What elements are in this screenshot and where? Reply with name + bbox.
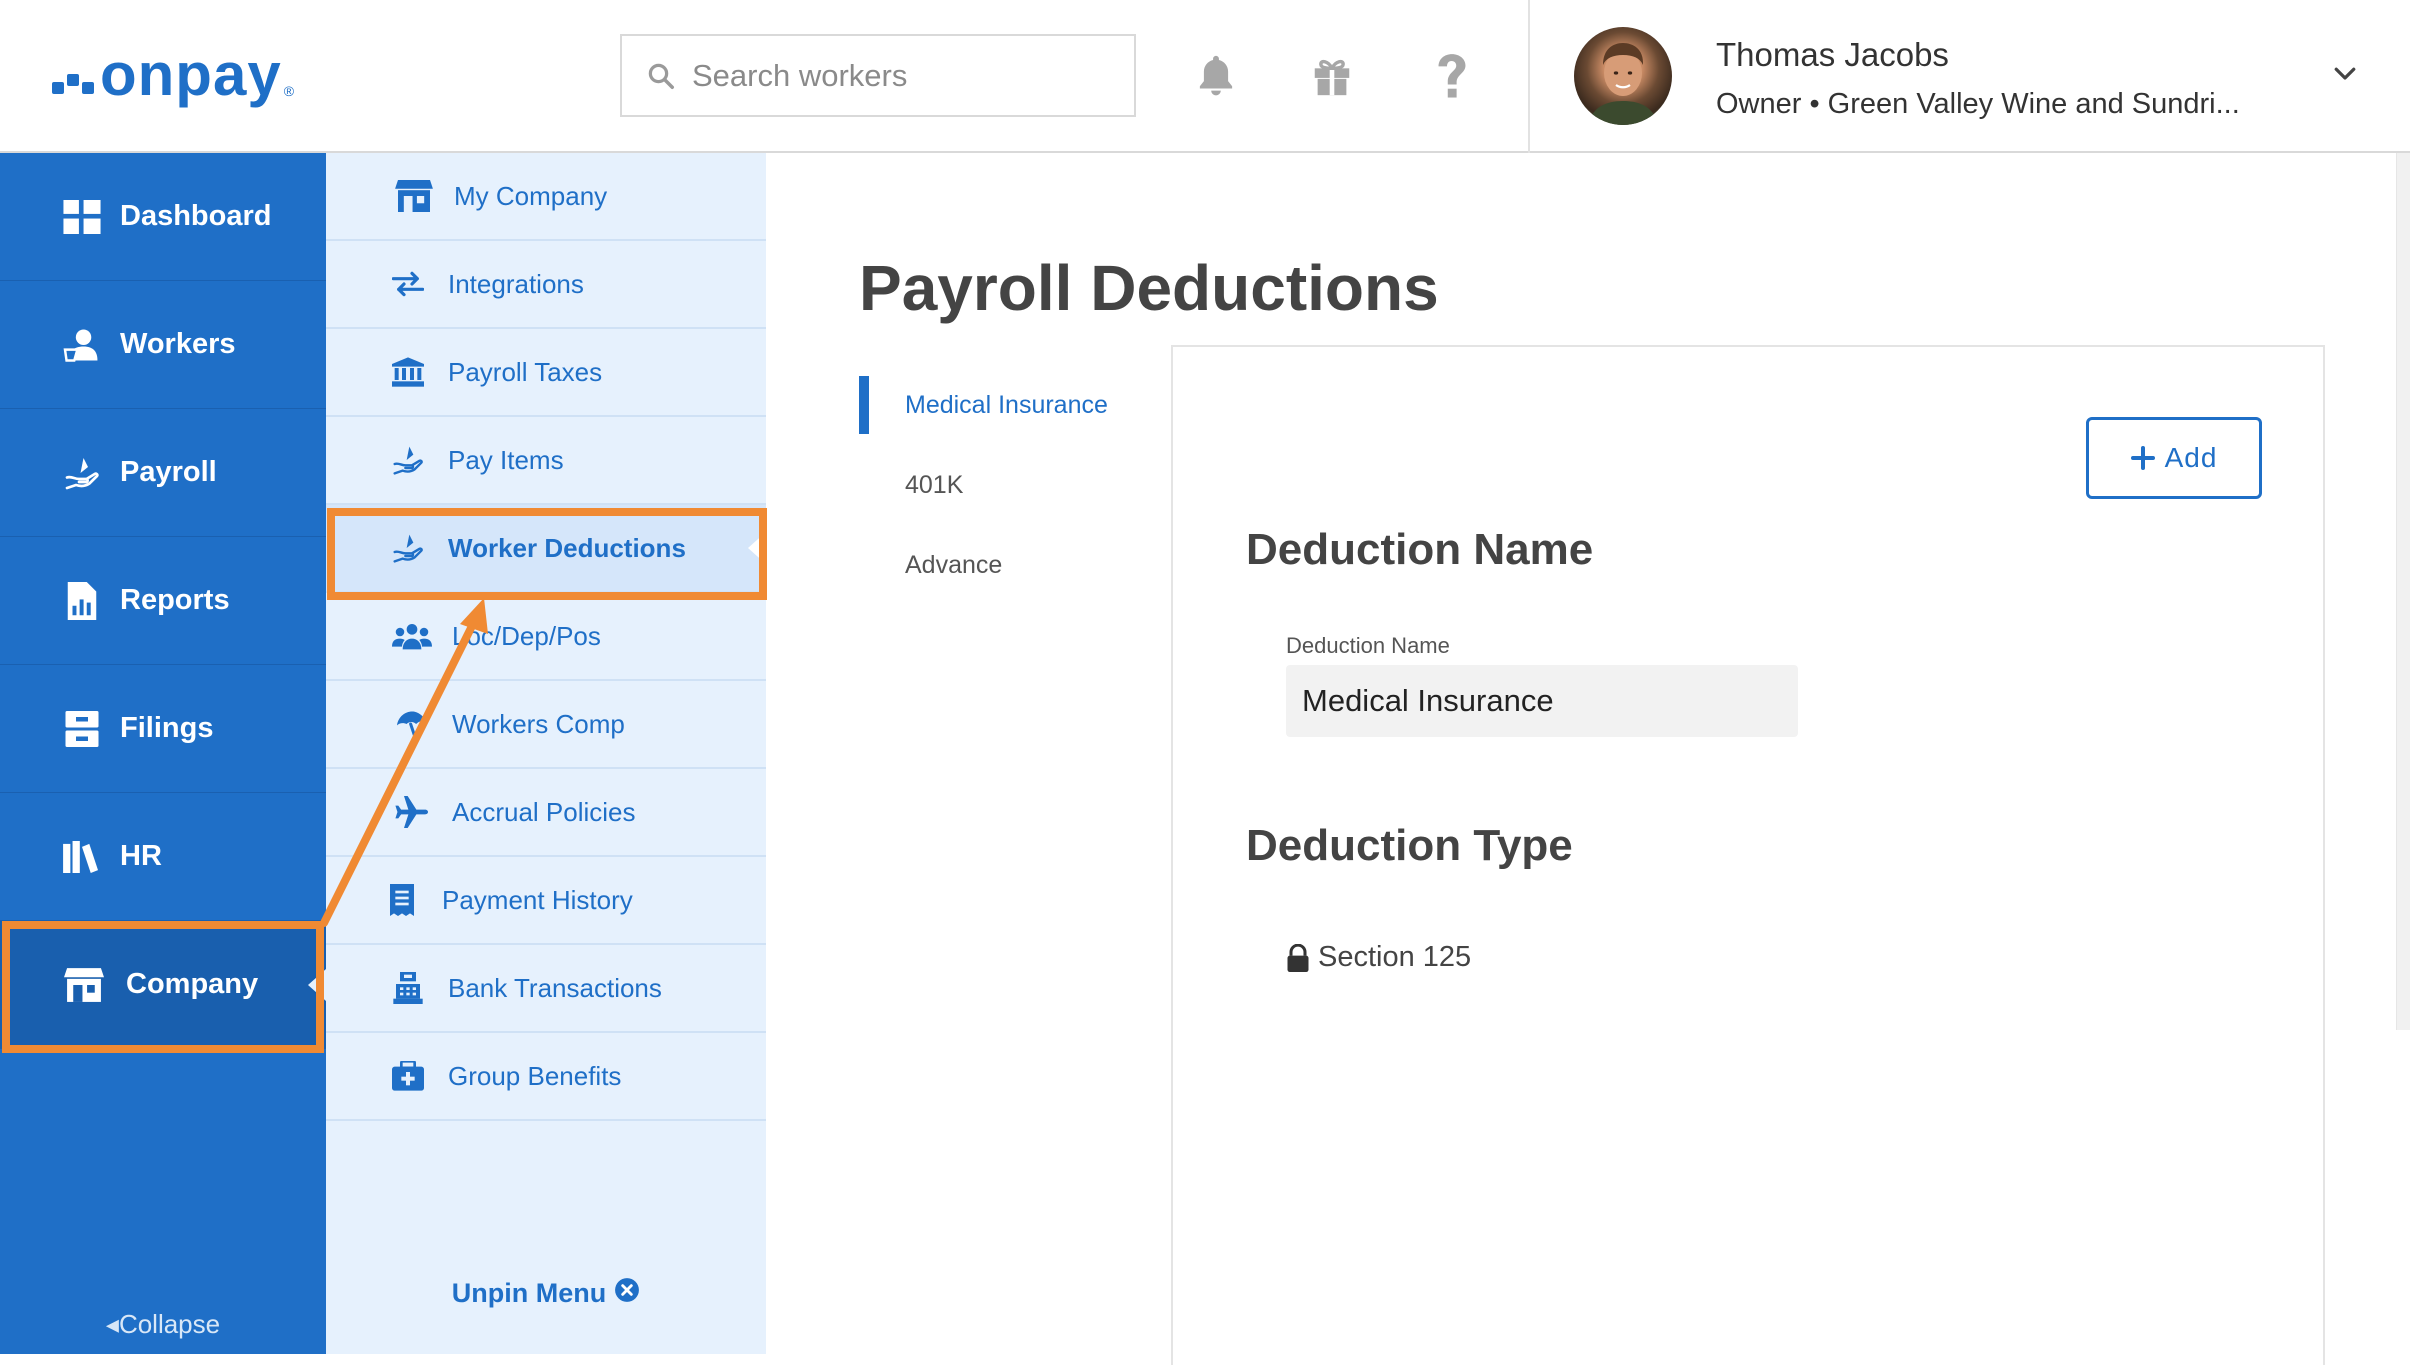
unpin-menu-button[interactable]: Unpin Menu — [326, 1277, 766, 1310]
active-indicator — [748, 532, 766, 564]
submenu-item-my-company[interactable]: My Company — [326, 153, 766, 241]
deduction-name-heading: Deduction Name — [1246, 525, 1594, 574]
sidebar-item-dashboard[interactable]: Dashboard — [0, 153, 326, 281]
add-button-label: Add — [2164, 442, 2218, 473]
deduction-list: Medical Insurance 401K Advance — [859, 365, 1159, 605]
deduction-type-text: Section 125 — [1318, 941, 1472, 973]
chevron-left-icon: ◂ — [105, 1309, 119, 1339]
people-group-icon — [392, 616, 432, 656]
hand-money-icon — [388, 528, 428, 568]
swap-icon — [388, 264, 428, 304]
company-icon — [64, 965, 104, 1005]
collapse-label: Collapse — [118, 1309, 221, 1339]
page-title: Payroll Deductions — [859, 252, 1439, 324]
submenu-item-label: Accrual Policies — [452, 796, 636, 827]
main-content: Payroll Deductions Medical Insurance 401… — [766, 153, 2410, 1365]
submenu-item-label: Payroll Taxes — [448, 356, 603, 387]
dashboard-icon — [62, 197, 102, 237]
help-icon[interactable] — [1426, 48, 1478, 104]
sidebar-item-filings[interactable]: Filings — [0, 665, 326, 793]
search-icon — [648, 63, 674, 89]
workers-icon — [62, 325, 102, 365]
unpin-menu-label: Unpin Menu — [451, 1278, 607, 1308]
submenu-item-bank-transactions[interactable]: Bank Transactions — [326, 945, 766, 1033]
top-bar: onpay ® Thomas Jacobs Owner • Green Vall… — [0, 0, 2410, 153]
submenu-item-label: Group Benefits — [448, 1060, 622, 1091]
plane-icon — [392, 792, 432, 832]
deduction-item-medical-insurance[interactable]: Medical Insurance — [859, 365, 1159, 445]
logo-dots-icon — [52, 54, 94, 94]
sidebar-item-workers[interactable]: Workers — [0, 281, 326, 409]
submenu-item-label: Integrations — [448, 268, 584, 299]
bell-icon[interactable] — [1190, 48, 1242, 104]
search-box[interactable] — [620, 34, 1136, 117]
submenu-item-label: My Company — [454, 180, 608, 211]
bank-icon — [388, 352, 428, 392]
sidebar-item-label: Reports — [120, 584, 230, 616]
medical-kit-icon — [388, 1056, 428, 1096]
sidebar-item-reports[interactable]: Reports — [0, 537, 326, 665]
hand-money-icon — [388, 440, 428, 480]
submenu-item-label: Bank Transactions — [448, 972, 662, 1003]
close-circle-icon — [614, 1277, 640, 1310]
active-indicator — [308, 968, 326, 1001]
lock-icon — [1287, 943, 1309, 972]
submenu-item-label: Loc/Dep/Pos — [452, 620, 601, 651]
sidebar-item-label: Company — [126, 968, 259, 1000]
main-sidebar: Dashboard Workers Payroll Reports Filing… — [0, 153, 326, 1354]
register-icon — [388, 968, 428, 1008]
sidebar-item-payroll[interactable]: Payroll — [0, 409, 326, 537]
deduction-name-field[interactable]: Medical Insurance — [1286, 665, 1798, 737]
payroll-icon — [62, 453, 102, 493]
submenu-item-integrations[interactable]: Integrations — [326, 241, 766, 329]
sidebar-item-label: Workers — [120, 328, 236, 360]
sidebar-item-hr[interactable]: HR — [0, 793, 326, 921]
chevron-down-icon[interactable] — [2330, 58, 2360, 93]
sidebar-item-label: HR — [120, 840, 162, 872]
deduction-item-401k[interactable]: 401K — [859, 445, 1159, 525]
submenu-item-payment-history[interactable]: Payment History — [326, 857, 766, 945]
submenu-item-label: Payment History — [442, 884, 633, 915]
reports-icon — [62, 581, 102, 621]
receipt-icon — [382, 880, 422, 920]
sidebar-item-label: Payroll — [120, 456, 217, 488]
collapse-button[interactable]: ◂Collapse — [0, 1309, 326, 1340]
logo-registered-mark: ® — [283, 83, 295, 99]
user-name: Thomas Jacobs — [1716, 36, 1949, 73]
sidebar-item-label: Filings — [120, 712, 214, 744]
submenu-item-label: Pay Items — [448, 444, 564, 475]
gift-icon[interactable] — [1306, 48, 1358, 104]
submenu-item-worker-deductions[interactable]: Worker Deductions — [326, 505, 766, 593]
plus-icon — [2130, 446, 2155, 470]
deduction-type-heading: Deduction Type — [1246, 821, 1573, 870]
user-menu[interactable]: Thomas Jacobs Owner • Green Valley Wine … — [1528, 0, 2410, 153]
submenu-item-loc-dep-pos[interactable]: Loc/Dep/Pos — [326, 593, 766, 681]
store-icon — [394, 176, 434, 216]
sidebar-item-label: Dashboard — [120, 200, 272, 232]
submenu-item-label: Worker Deductions — [448, 532, 686, 563]
user-avatar[interactable] — [1574, 27, 1672, 125]
onpay-logo[interactable]: onpay ® — [52, 41, 295, 108]
deduction-detail-panel: Add Deduction Name Deduction Name Medica… — [1171, 345, 2325, 1365]
submenu-item-accrual-policies[interactable]: Accrual Policies — [326, 769, 766, 857]
user-role: Owner • Green Valley Wine and Sundri... — [1716, 88, 2240, 120]
sidebar-item-company[interactable]: Company — [0, 921, 326, 1049]
scrollbar[interactable] — [2396, 153, 2410, 1030]
add-button[interactable]: Add — [2086, 417, 2262, 499]
logo-text: onpay — [100, 40, 282, 108]
umbrella-icon — [392, 704, 432, 744]
deduction-type-value: Section 125 — [1286, 941, 1471, 974]
deduction-item-advance[interactable]: Advance — [859, 525, 1159, 605]
filings-icon — [62, 709, 102, 749]
submenu-item-group-benefits[interactable]: Group Benefits — [326, 1033, 766, 1121]
submenu-item-label: Workers Comp — [452, 708, 625, 739]
deduction-name-label: Deduction Name — [1286, 633, 1450, 658]
submenu-item-workers-comp[interactable]: Workers Comp — [326, 681, 766, 769]
company-submenu: My Company Integrations Payroll Taxes Pa… — [326, 153, 766, 1354]
hr-icon — [62, 837, 102, 877]
submenu-item-payroll-taxes[interactable]: Payroll Taxes — [326, 329, 766, 417]
search-input[interactable] — [692, 57, 1112, 94]
submenu-item-pay-items[interactable]: Pay Items — [326, 417, 766, 505]
